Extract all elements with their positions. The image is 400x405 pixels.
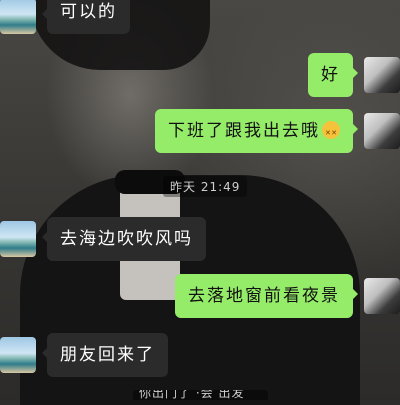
- message-text: 好: [321, 65, 340, 85]
- outgoing-message-bubble[interactable]: 去落地窗前看夜景: [175, 274, 358, 318]
- message-timestamp: 昨天 21:49: [163, 176, 248, 197]
- message-text: 去海边吹吹风吗: [60, 229, 193, 249]
- message-row: 去海边吹吹风吗: [0, 217, 206, 261]
- message-row: 下班了跟我出去哦: [155, 109, 400, 153]
- incoming-message-bubble[interactable]: 可以的: [42, 0, 130, 34]
- message-text: 你出门了 ·会 出发: [139, 390, 245, 400]
- incoming-message-bubble[interactable]: 去海边吹吹风吗: [42, 217, 206, 261]
- message-row: 可以的: [0, 0, 130, 34]
- my-avatar[interactable]: [364, 113, 400, 149]
- message-text: 下班了跟我出去哦: [168, 121, 320, 141]
- message-text: 可以的: [60, 2, 117, 22]
- message-row: 去落地窗前看夜景: [175, 274, 400, 318]
- message-text: 朋友回来了: [60, 345, 155, 365]
- message-row: 好: [308, 53, 400, 97]
- message-row: 朋友回来了: [0, 333, 168, 377]
- dizzy-face-emoji-icon: [322, 121, 340, 143]
- clipped-message-bubble[interactable]: 你出门了 ·会 出发: [133, 390, 268, 400]
- contact-avatar[interactable]: [0, 221, 36, 257]
- outgoing-message-bubble[interactable]: 好: [308, 53, 358, 97]
- my-avatar[interactable]: [364, 57, 400, 93]
- contact-avatar[interactable]: [0, 0, 36, 34]
- contact-avatar[interactable]: [0, 337, 36, 373]
- outgoing-message-bubble[interactable]: 下班了跟我出去哦: [155, 109, 358, 153]
- incoming-message-bubble[interactable]: 朋友回来了: [42, 333, 168, 377]
- message-text: 去落地窗前看夜景: [188, 286, 340, 306]
- my-avatar[interactable]: [364, 278, 400, 314]
